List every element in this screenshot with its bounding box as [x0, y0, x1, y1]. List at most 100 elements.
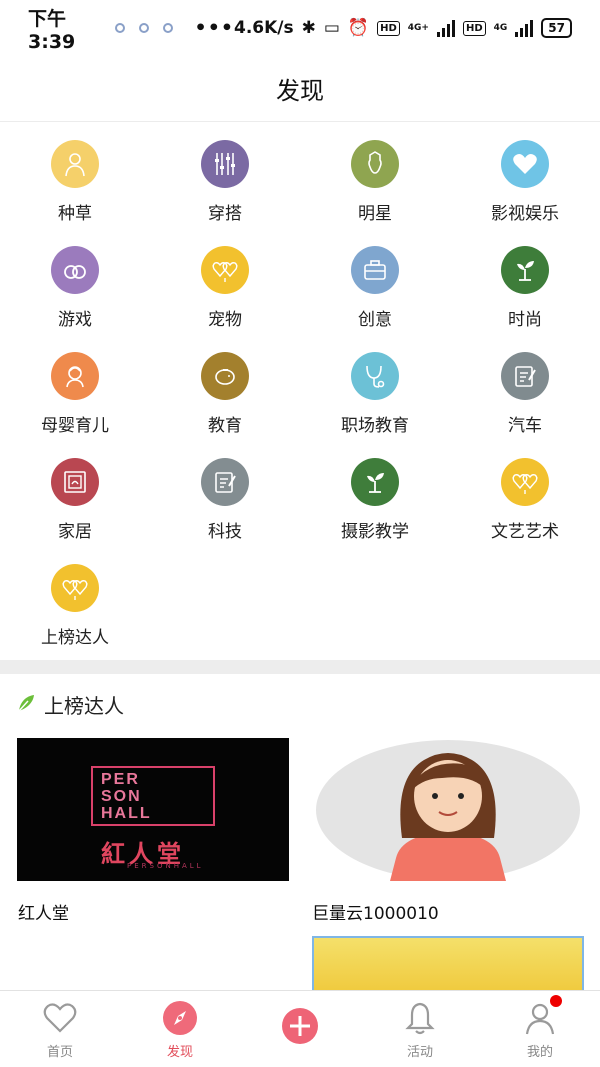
card-image: [312, 936, 584, 990]
category-item[interactable]: 教育: [150, 352, 300, 458]
stethoscope-icon: [351, 352, 399, 400]
status-bar: 下午3:39 ••• 4.6K/s ✱ ▭ ⏰ HD 4G+ HD 4G 57: [0, 0, 600, 56]
leaf-icon: [16, 693, 36, 717]
category-label: 科技: [208, 522, 242, 542]
category-label: 职场教育: [341, 416, 409, 436]
status-right: 4.6K/s ✱ ▭ ⏰ HD 4G+ HD 4G 57: [234, 18, 572, 38]
rings-icon: [51, 246, 99, 294]
notification-icon: [138, 23, 149, 33]
photo-frame-icon: [51, 458, 99, 506]
nav-activity[interactable]: 活动: [360, 991, 480, 1067]
category-item[interactable]: 母婴育儿: [0, 352, 150, 458]
nav-home[interactable]: 首页: [0, 991, 120, 1067]
notepad-icon: [501, 352, 549, 400]
sliders-icon: [201, 140, 249, 188]
status-time: 下午3:39: [28, 7, 76, 53]
category-label: 汽车: [508, 416, 542, 436]
card-image: [312, 738, 584, 881]
heart-outline-icon: [43, 1003, 77, 1033]
category-item[interactable]: 创意: [300, 246, 450, 352]
battery-icon: 57: [541, 18, 572, 38]
section-divider: [0, 660, 600, 674]
logo-sub: PERSONHALL: [127, 862, 204, 870]
vibrate-icon: ▭: [323, 18, 340, 38]
nav-label: 首页: [46, 1045, 73, 1060]
category-label: 时尚: [508, 310, 542, 330]
nav-publish[interactable]: [240, 991, 360, 1067]
category-label: 宠物: [208, 310, 242, 330]
category-item[interactable]: 时尚: [450, 246, 600, 352]
notification-icon: [114, 23, 125, 33]
category-item[interactable]: 家居: [0, 458, 150, 564]
network-type: 4G: [493, 23, 508, 33]
category-label: 教育: [208, 416, 242, 436]
category-item[interactable]: 职场教育: [300, 352, 450, 458]
bell-icon: [405, 1002, 435, 1035]
plus-icon: [282, 1008, 318, 1044]
talent-card[interactable]: PER SON HALL 紅人堂 PERSONHALL: [17, 738, 289, 881]
section-title: 上榜达人: [44, 694, 124, 718]
category-label: 影视娱乐: [491, 204, 559, 224]
card-title[interactable]: 红人堂: [18, 899, 69, 924]
category-item[interactable]: 上榜达人: [0, 564, 150, 670]
page-header: 发现: [0, 56, 600, 122]
category-label: 摄影教学: [341, 522, 409, 542]
pet-hearts-icon: [51, 564, 99, 612]
category-label: 游戏: [58, 310, 92, 330]
category-item[interactable]: 文艺艺术: [450, 458, 600, 564]
personhall-logo: PER SON HALL: [91, 766, 215, 826]
face-icon: [351, 140, 399, 188]
briefcase-icon: [351, 246, 399, 294]
bottom-nav: 首页 发现 活动 我的: [0, 990, 600, 1067]
signal-icon: [515, 19, 534, 37]
nav-label: 活动: [406, 1045, 433, 1060]
category-item[interactable]: 科技: [150, 458, 300, 564]
compass-icon: [163, 1001, 197, 1035]
notepad-icon: [201, 458, 249, 506]
heart-icon: [501, 140, 549, 188]
network-type: 4G+: [407, 23, 429, 33]
category-item[interactable]: 穿搭: [150, 140, 300, 246]
category-item[interactable]: 明星: [300, 140, 450, 246]
section-header: 上榜达人: [16, 690, 124, 719]
category-label: 创意: [358, 310, 392, 330]
sprout-icon: [351, 458, 399, 506]
nav-label: 我的: [526, 1045, 553, 1060]
category-label: 母婴育儿: [41, 416, 109, 436]
category-item[interactable]: 种草: [0, 140, 150, 246]
alarm-icon: ⏰: [347, 18, 370, 38]
avatar-illustration: [316, 740, 580, 881]
category-item[interactable]: 汽车: [450, 352, 600, 458]
hd-badge: HD: [377, 20, 400, 36]
category-label: 文艺艺术: [491, 522, 559, 542]
nav-profile[interactable]: 我的: [480, 991, 600, 1067]
nav-discover[interactable]: 发现: [120, 991, 240, 1067]
sprout-icon: [501, 246, 549, 294]
notification-icon: [162, 23, 173, 33]
piggy-bank-icon: [201, 352, 249, 400]
category-label: 明星: [358, 204, 392, 224]
category-label: 家居: [58, 522, 92, 542]
category-item[interactable]: 宠物: [150, 246, 300, 352]
hd-badge: HD: [462, 20, 486, 36]
nav-label: 发现: [166, 1045, 193, 1060]
card-title[interactable]: 巨量云1000010: [312, 899, 439, 924]
pet-hearts-icon: [201, 246, 249, 294]
notification-icons: [114, 23, 173, 33]
page-title: 发现: [276, 77, 324, 105]
notification-dot: [550, 995, 562, 1007]
category-label: 种草: [58, 204, 92, 224]
pet-hearts-icon: [501, 458, 549, 506]
category-item[interactable]: 影视娱乐: [450, 140, 600, 246]
card-image: PER SON HALL 紅人堂 PERSONHALL: [17, 738, 289, 881]
category-item[interactable]: 摄影教学: [300, 458, 450, 564]
category-item[interactable]: 游戏: [0, 246, 150, 352]
talent-card[interactable]: [312, 936, 584, 990]
category-label: 穿搭: [208, 204, 242, 224]
status-more: •••: [194, 17, 234, 39]
category-label: 上榜达人: [41, 628, 109, 648]
network-speed: 4.6K/s: [233, 18, 294, 38]
baby-icon: [51, 352, 99, 400]
talent-card[interactable]: [312, 738, 584, 881]
bluetooth-icon: ✱: [301, 18, 316, 38]
